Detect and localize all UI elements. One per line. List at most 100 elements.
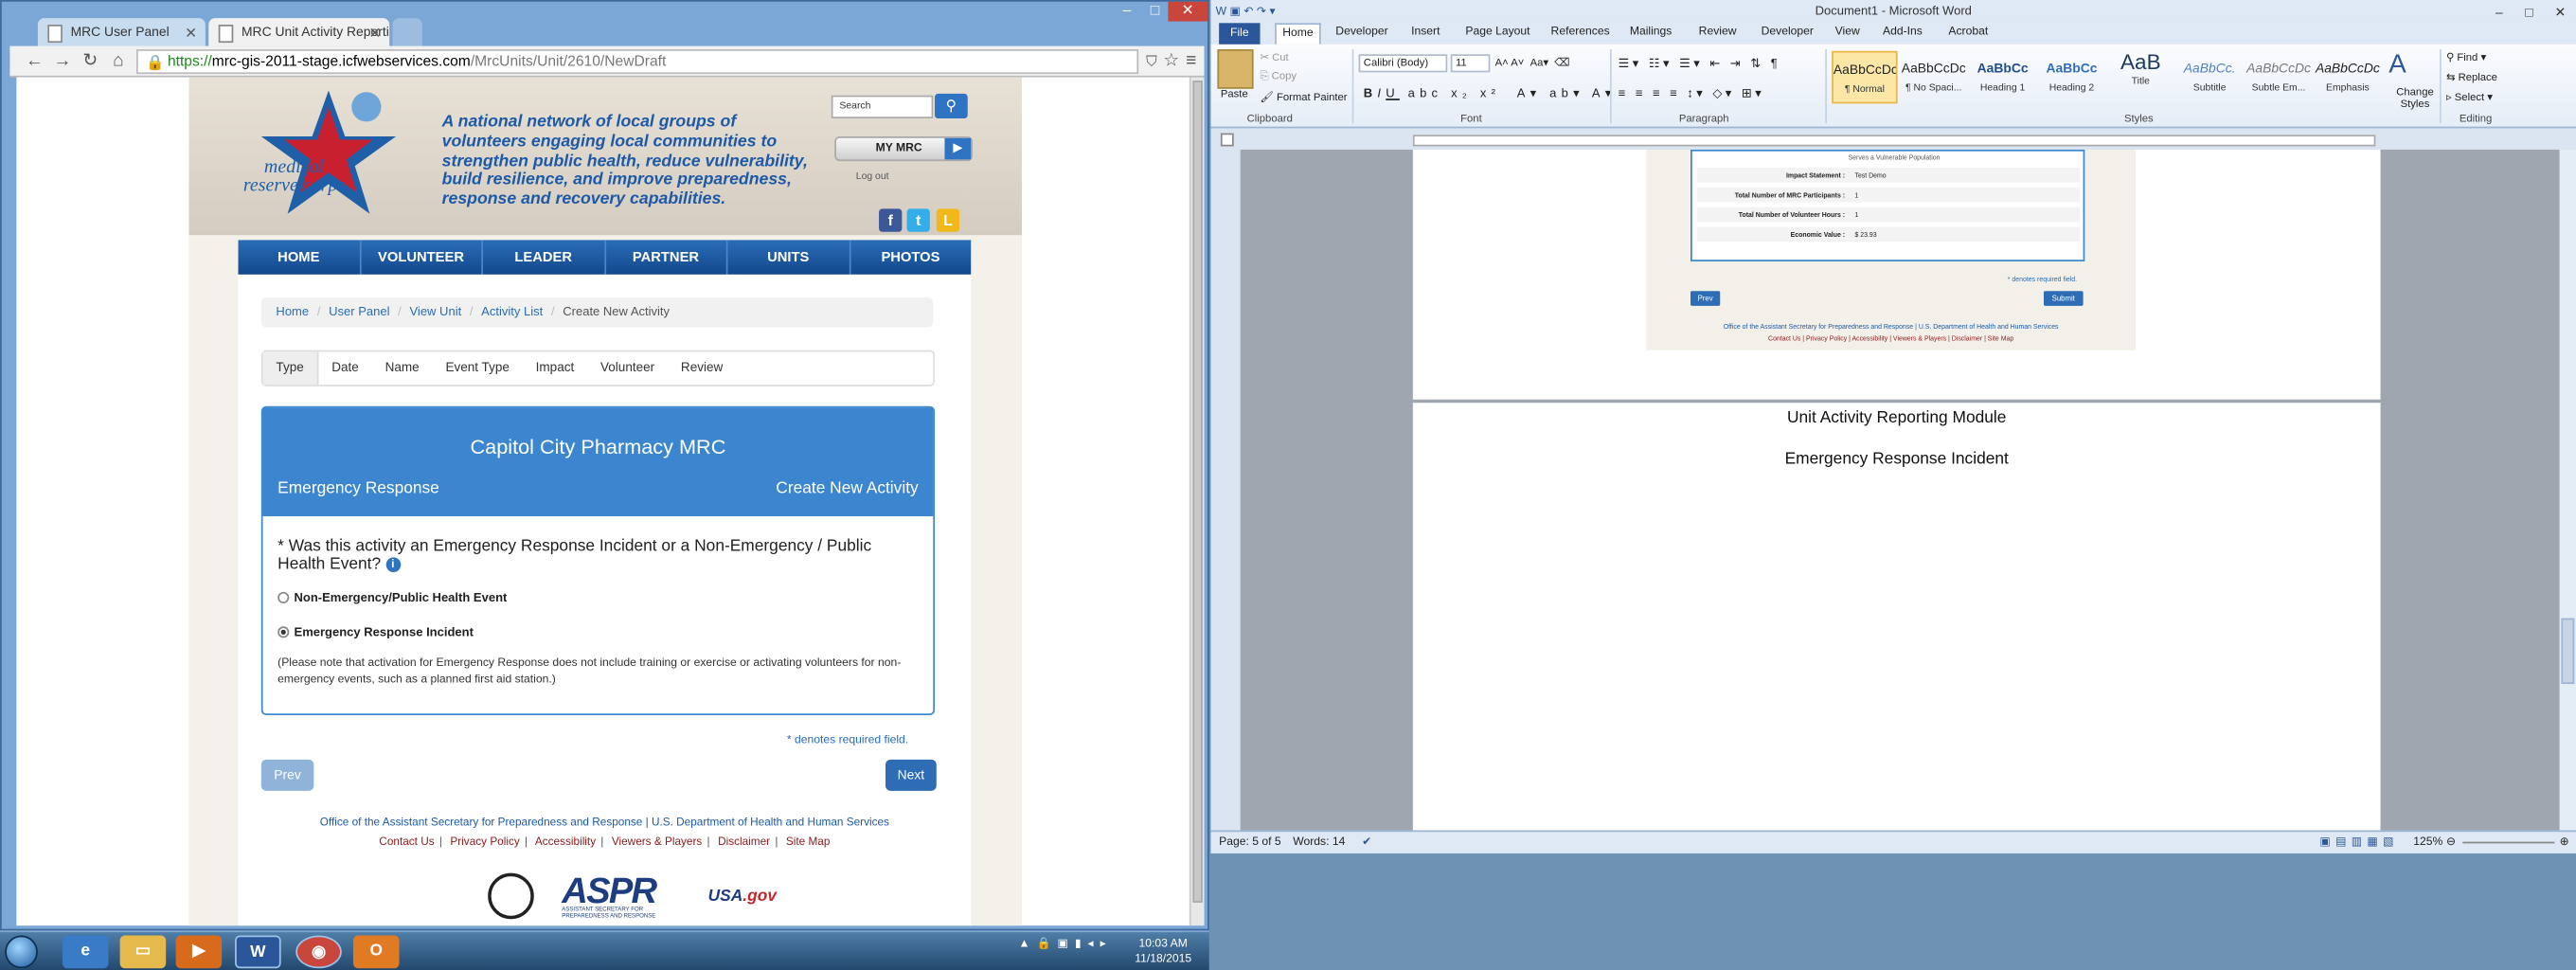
radio-non-emergency[interactable] (277, 591, 290, 603)
nav-volunteer[interactable]: VOLUNTEER (361, 240, 484, 275)
doc-heading[interactable]: Unit Activity Reporting Module (1413, 409, 2381, 427)
tab-review[interactable]: Review (1699, 22, 1737, 45)
word-taskbar-icon[interactable]: W (235, 935, 281, 969)
nav-leader[interactable]: LEADER (483, 240, 606, 275)
linkedin-icon[interactable]: L (936, 208, 960, 232)
page-count[interactable]: Page: 5 of 5 (1219, 832, 1281, 853)
vertical-ruler[interactable] (1219, 149, 1239, 831)
start-button[interactable] (5, 935, 38, 969)
change-styles-icon[interactable]: A (2388, 51, 2406, 81)
scrollbar-thumb[interactable] (1192, 81, 1203, 903)
new-tab-button[interactable] (392, 18, 422, 48)
word-count[interactable]: Words: 14 (1293, 832, 1345, 853)
hhs-eagle-icon[interactable] (488, 872, 534, 920)
tab-view[interactable]: View (1835, 22, 1860, 45)
tab-review[interactable]: Review (668, 351, 736, 385)
zoom-slider[interactable] (2462, 841, 2555, 844)
select-button[interactable]: ▹ Select ▾ (2446, 90, 2493, 103)
page-scrollbar[interactable] (1189, 77, 1205, 926)
close-window-button[interactable]: ✕ (2554, 2, 2566, 24)
font-name-box[interactable]: Calibri (Body) (1358, 54, 1448, 73)
font-grow-shrink-icons[interactable]: A˄ A˅ Aa▾ ⌫ (1495, 56, 1570, 69)
nav-home[interactable]: HOME (239, 240, 361, 275)
replace-button[interactable]: ⇆ Replace (2446, 71, 2497, 83)
home-icon[interactable]: ⌂ (107, 49, 130, 72)
style-emphasis[interactable]: AaBbCcDc Emphasis (2315, 51, 2380, 104)
my-mrc-button[interactable]: MY MRC ▶ (834, 136, 973, 162)
prev-button[interactable]: Prev (260, 759, 314, 791)
horizontal-ruler[interactable] (1210, 130, 2576, 150)
footer-accessibility[interactable]: Accessibility (535, 836, 596, 848)
internet-explorer-icon[interactable]: e (62, 935, 109, 969)
style-subtitle[interactable]: AaBbCc. Subtitle (2176, 51, 2242, 104)
tab-page-layout[interactable]: Page Layout (1465, 22, 1530, 45)
twitter-icon[interactable]: t (906, 208, 930, 232)
footer-viewers[interactable]: Viewers & Players (612, 836, 702, 848)
style-subtle-emphasis[interactable]: AaBbCcDc Subtle Em... (2245, 51, 2311, 104)
zoom-out-icon[interactable]: ⊖ (2446, 832, 2456, 853)
breadcrumb-activity-list[interactable]: Activity List (481, 304, 543, 319)
list-buttons[interactable]: ☰▾ ☷▾ ☰▾ ⇤ ⇥ ⇅ ¶ (1619, 56, 1780, 71)
close-window-button[interactable]: ✕ (1168, 1, 1208, 22)
style-no-spacing[interactable]: AaBbCcDc ¶ No Spaci... (1901, 51, 1966, 104)
breadcrumb-home[interactable]: Home (276, 304, 309, 319)
search-input[interactable]: Search (831, 95, 934, 118)
doc-subheading[interactable]: Emergency Response Incident (1413, 451, 2381, 469)
document-page[interactable]: Serves a Vulnerable Population Impact St… (1412, 149, 2381, 400)
info-icon[interactable]: i (385, 557, 401, 572)
forward-icon[interactable]: → (51, 49, 74, 72)
tab-impact[interactable]: Impact (523, 351, 587, 385)
breadcrumb-view-unit[interactable]: View Unit (409, 304, 461, 319)
minimize-button[interactable]: – (2496, 2, 2503, 24)
maximize-button[interactable]: □ (2525, 2, 2532, 24)
cut-button[interactable]: ✂ Cut (1261, 51, 1289, 64)
embedded-screenshot[interactable]: Serves a Vulnerable Population Impact St… (1646, 149, 2137, 350)
tab-volunteer[interactable]: Volunteer (587, 351, 668, 385)
next-button[interactable]: Next (886, 759, 937, 791)
logout-link[interactable]: Log out (856, 172, 889, 182)
footer-disclaimer[interactable]: Disclaimer (718, 836, 770, 848)
tab-file[interactable]: File (1219, 23, 1261, 45)
change-styles-button[interactable]: Change Styles (2395, 87, 2435, 110)
tab-developer-2[interactable]: Developer (1762, 22, 1814, 45)
system-tray[interactable]: ▲🔒▣▮◂▸ (1019, 937, 1113, 950)
footer-sitemap[interactable]: Site Map (786, 836, 831, 848)
style-title[interactable]: AaB Title (2108, 51, 2174, 104)
style-normal[interactable]: AaBbCcDc ¶ Normal (1832, 50, 1898, 104)
tab-developer[interactable]: Developer (1335, 22, 1387, 45)
breadcrumb-user-panel[interactable]: User Panel (329, 304, 389, 319)
maximize-button[interactable]: □ (1142, 2, 1169, 22)
tab-activity-report[interactable]: MRC Unit Activity Reportin ✕ (208, 18, 390, 48)
media-player-icon[interactable]: ▶ (175, 935, 223, 969)
reload-icon[interactable]: ↻ (79, 49, 101, 72)
tab-insert[interactable]: Insert (1411, 22, 1440, 45)
tab-type[interactable]: Type (262, 351, 319, 386)
format-painter-button[interactable]: 🖌 Format Painter (1261, 90, 1348, 103)
app-taskbar-icon[interactable]: O (352, 935, 400, 969)
tab-date[interactable]: Date (318, 351, 371, 385)
scrollbar-thumb[interactable] (2561, 618, 2575, 685)
style-heading-1[interactable]: AaBbCc Heading 1 (1970, 51, 2035, 104)
tab-mrc-user-panel[interactable]: MRC User Panel ✕ (37, 18, 206, 48)
document-page[interactable]: Unit Activity Reporting Module Emergency… (1412, 403, 2381, 831)
menu-icon[interactable]: ≡ (1180, 49, 1203, 72)
tab-add-ins[interactable]: Add-Ins (1883, 22, 1923, 45)
paste-button[interactable]: Paste (1221, 89, 1248, 100)
close-tab-icon[interactable]: ✕ (185, 18, 197, 47)
usagov-logo[interactable]: USA.gov (708, 888, 777, 906)
chrome-taskbar-icon[interactable]: ◉ (295, 935, 342, 969)
find-button[interactable]: ⚲ Find ▾ (2446, 51, 2486, 64)
footer-contact[interactable]: Contact Us (379, 836, 434, 848)
tab-references[interactable]: References (1551, 22, 1610, 45)
clock[interactable]: 10:03 AM 11/18/2015 (1134, 937, 1192, 966)
file-explorer-icon[interactable]: ▭ (119, 935, 167, 969)
paste-icon[interactable] (1217, 49, 1254, 89)
quick-access-toolbar[interactable]: W ▣ ↶ ↷ ▾ (1216, 2, 1276, 24)
format-buttons[interactable]: BIU abc x₂ x² A▾ ab▾ A▾ (1364, 85, 1617, 100)
tab-mailings[interactable]: Mailings (1630, 22, 1673, 45)
minimize-button[interactable]: – (1112, 2, 1141, 22)
font-size-box[interactable]: 11 (1450, 54, 1491, 73)
view-mode-icons[interactable]: ▣▤▥▦▧ (2319, 832, 2398, 853)
site-logo[interactable]: medical reserve corps (237, 158, 351, 195)
tab-home[interactable]: Home (1275, 23, 1321, 45)
